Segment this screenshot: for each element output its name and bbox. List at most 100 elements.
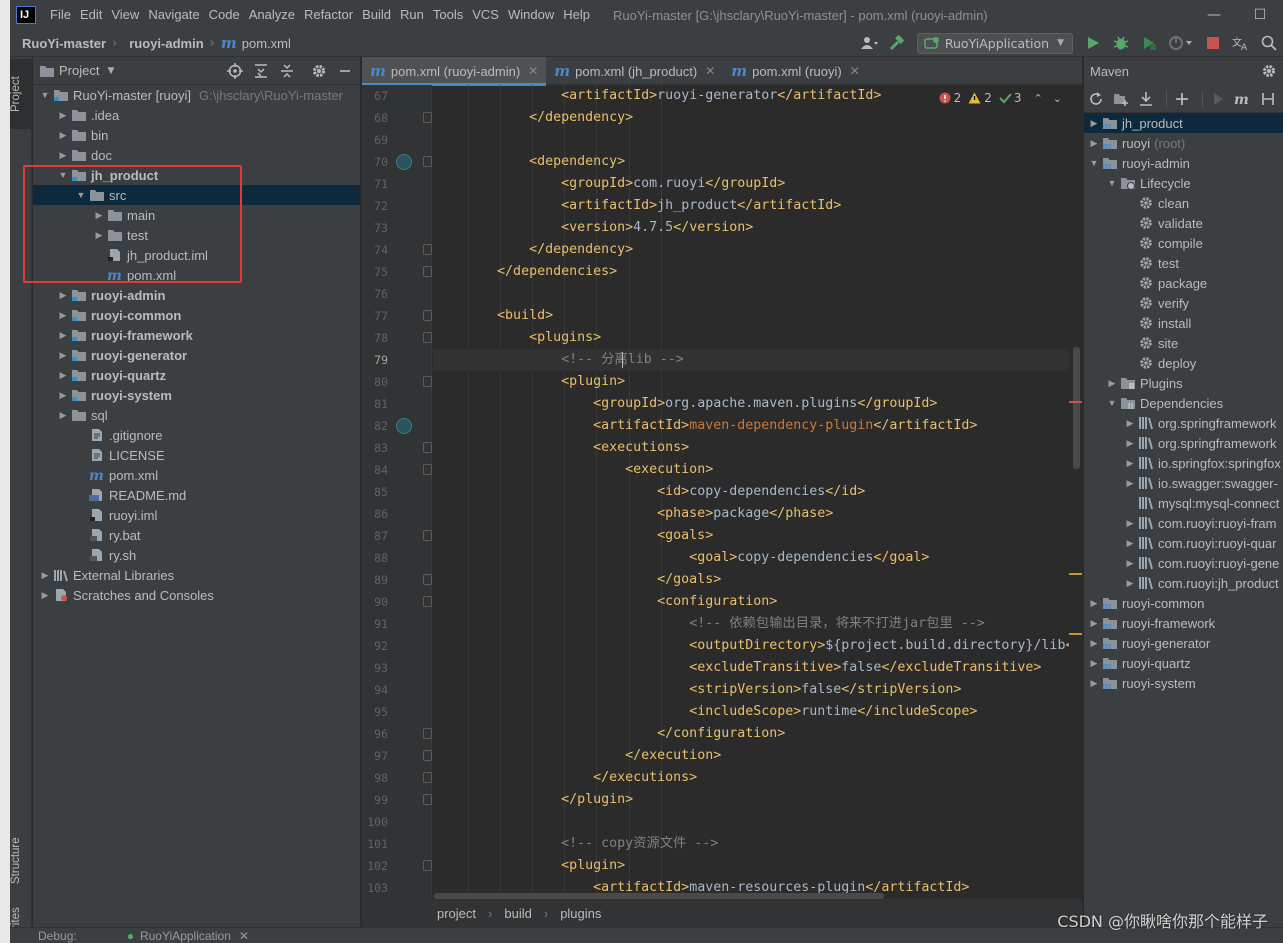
translate-icon[interactable]: 文A	[1230, 32, 1252, 54]
chevron-right-icon[interactable]: ▶	[55, 290, 71, 301]
project-view-title[interactable]: Project	[59, 63, 99, 78]
fold-marker-icon[interactable]	[423, 772, 432, 783]
chevron-right-icon[interactable]: ▶	[91, 230, 107, 241]
maven-tree-item[interactable]: ▶ m ruoyi (root)	[1084, 133, 1283, 153]
menu-tools[interactable]: Tools	[429, 0, 467, 30]
chevron-right-icon[interactable]: ▶	[1086, 658, 1102, 669]
chevron-right-icon[interactable]: ▶	[55, 310, 71, 321]
project-tree-item[interactable]: ry.bat	[33, 525, 360, 545]
debug-icon[interactable]	[1110, 32, 1132, 54]
fold-marker-icon[interactable]	[423, 376, 432, 387]
editor-tab-pom-ruoyi[interactable]: m pom.xml (ruoyi) ✕	[723, 57, 868, 85]
locate-file-icon[interactable]	[224, 60, 246, 82]
fold-marker-icon[interactable]	[423, 112, 432, 123]
add-icon[interactable]	[1172, 88, 1192, 110]
breadcrumb-module[interactable]: ruoyi-admin	[117, 36, 203, 51]
fold-marker-icon[interactable]	[423, 860, 432, 871]
maven-tree-item[interactable]: deploy	[1084, 353, 1283, 373]
menu-build[interactable]: Build	[358, 0, 395, 30]
build-hammer-icon[interactable]	[886, 32, 908, 54]
project-tree-item[interactable]: ▼ src	[33, 185, 360, 205]
chevron-right-icon[interactable]: ▶	[55, 370, 71, 381]
project-tree-item[interactable]: ▶ ruoyi-common	[33, 305, 360, 325]
chevron-right-icon[interactable]: ▶	[1122, 558, 1138, 569]
menu-refactor[interactable]: Refactor	[300, 0, 357, 30]
chevron-right-icon[interactable]: ▶	[1086, 118, 1102, 129]
debug-label[interactable]: Debug:	[38, 929, 77, 943]
maven-tree-item[interactable]: ▼ Dependencies	[1084, 393, 1283, 413]
chevron-right-icon[interactable]: ▶	[55, 150, 71, 161]
debug-config-tab[interactable]: RuoYiApplication	[140, 929, 231, 943]
fold-marker-icon[interactable]	[423, 728, 432, 739]
fold-marker-icon[interactable]	[423, 310, 432, 321]
maven-tree-item[interactable]: ▶ com.ruoyi:ruoyi-quar	[1084, 533, 1283, 553]
reload-icon[interactable]	[1086, 88, 1106, 110]
maven-tree-item[interactable]: ▶ io.swagger:swagger-	[1084, 473, 1283, 493]
menu-run[interactable]: Run	[396, 0, 428, 30]
chevron-right-icon[interactable]: ▶	[55, 410, 71, 421]
maven-tree-item[interactable]: package	[1084, 273, 1283, 293]
run-maven-build-icon[interactable]	[1208, 88, 1228, 110]
project-tree-item[interactable]: ▶ ruoyi-system	[33, 385, 360, 405]
chevron-right-icon[interactable]: ▶	[37, 570, 53, 581]
run-configuration-selector[interactable]: RuoYiApplication ▼	[916, 32, 1073, 54]
run-icon[interactable]	[1082, 32, 1104, 54]
menu-code[interactable]: Code	[205, 0, 244, 30]
maven-tree-item[interactable]: compile	[1084, 233, 1283, 253]
maven-tree-item[interactable]: validate	[1084, 213, 1283, 233]
dropdown-arrow-icon[interactable]: ▼	[107, 66, 114, 76]
project-tree-item[interactable]: ▶ External Libraries	[33, 565, 360, 585]
project-tree-item[interactable]: ▶ ruoyi-quartz	[33, 365, 360, 385]
menu-edit[interactable]: Edit	[76, 0, 106, 30]
project-tool-tab[interactable]: Project	[10, 59, 32, 129]
error-stripe-mark[interactable]	[1069, 401, 1082, 403]
code-area[interactable]: <artifactId>ruoyi-generator</artifactId>…	[433, 85, 1069, 899]
chevron-right-icon[interactable]: ▶	[91, 210, 107, 221]
breadcrumb-project[interactable]: project	[437, 906, 476, 921]
menu-navigate[interactable]: Navigate	[144, 0, 203, 30]
maven-tree-item[interactable]: clean	[1084, 193, 1283, 213]
maven-tree-item[interactable]: verify	[1084, 293, 1283, 313]
fold-marker-icon[interactable]	[423, 332, 432, 343]
chevron-right-icon[interactable]: ▶	[1122, 518, 1138, 529]
chevron-right-icon[interactable]: ▶	[55, 130, 71, 141]
fold-marker-icon[interactable]	[423, 266, 432, 277]
vertical-scroll-thumb[interactable]	[1073, 347, 1080, 469]
maven-tree-item[interactable]: ▼ m ruoyi-admin	[1084, 153, 1283, 173]
project-tree-item[interactable]: ▶ ruoyi-admin	[33, 285, 360, 305]
chevron-right-icon[interactable]: ▶	[55, 350, 71, 361]
fold-marker-icon[interactable]	[423, 156, 432, 167]
chevron-right-icon[interactable]: ▶	[37, 590, 53, 601]
maven-tree-item[interactable]: ▶ com.ruoyi:jh_product	[1084, 573, 1283, 593]
collapse-all-icon[interactable]	[276, 60, 298, 82]
chevron-right-icon[interactable]: ▶	[1086, 638, 1102, 649]
maven-tree-item[interactable]: ▶ com.ruoyi:ruoyi-gene	[1084, 553, 1283, 573]
fold-marker-icon[interactable]	[423, 464, 432, 475]
project-tree-item[interactable]: ▶ bin	[33, 125, 360, 145]
intellij-logo-icon[interactable]: IJ	[16, 6, 36, 24]
project-tree-item[interactable]: ry.sh	[33, 545, 360, 565]
maven-tree-item[interactable]: mysql:mysql-connect	[1084, 493, 1283, 513]
chevron-right-icon[interactable]: ▶	[1122, 418, 1138, 429]
chevron-down-icon[interactable]: ▼	[55, 170, 71, 180]
maven-tree-item[interactable]: ▶ com.ruoyi:ruoyi-fram	[1084, 513, 1283, 533]
close-icon[interactable]: ✕	[850, 64, 860, 78]
project-tree-item[interactable]: ▼ RuoYi-master [ruoyi] G:\jhsclary\RuoYi-m…	[33, 85, 360, 105]
project-tree-item[interactable]: ▶ main	[33, 205, 360, 225]
chevron-right-icon[interactable]: ▶	[55, 330, 71, 341]
menu-help[interactable]: Help	[559, 0, 594, 30]
maven-tree-item[interactable]: ▶ m jh_product	[1084, 113, 1283, 133]
menu-view[interactable]: View	[107, 0, 143, 30]
breadcrumb-plugins[interactable]: plugins	[560, 906, 601, 921]
chevron-right-icon[interactable]: ▶	[1104, 378, 1120, 389]
maven-tree-item[interactable]: ▶ io.springfox:springfox	[1084, 453, 1283, 473]
settings-gear-icon[interactable]	[308, 60, 330, 82]
maven-dependency-gutter-icon[interactable]	[396, 154, 412, 170]
project-tree-item[interactable]: ▶ doc	[33, 145, 360, 165]
maven-tree-item[interactable]: ▶ m ruoyi-framework	[1084, 613, 1283, 633]
chevron-right-icon[interactable]: ▶	[1122, 458, 1138, 469]
breadcrumb-build[interactable]: build	[504, 906, 531, 921]
chevron-right-icon[interactable]: ▶	[1086, 618, 1102, 629]
chevron-right-icon[interactable]: ▶	[1086, 138, 1102, 149]
search-everywhere-icon[interactable]	[1258, 32, 1280, 54]
